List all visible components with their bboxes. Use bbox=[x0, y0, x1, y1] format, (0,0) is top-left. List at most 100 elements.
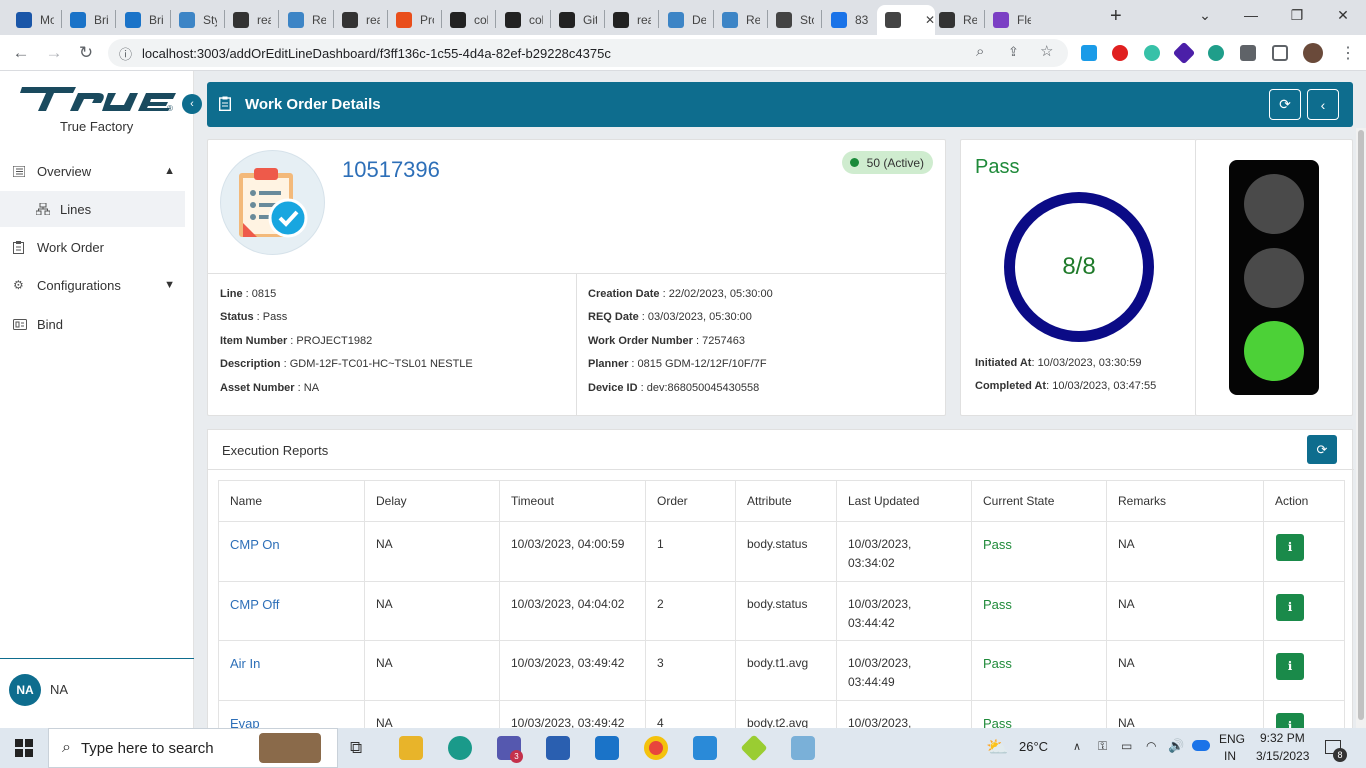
zoom-icon[interactable]: ⌕ bbox=[976, 43, 984, 60]
wifi-icon[interactable]: ◠ bbox=[1146, 739, 1156, 753]
site-info-icon[interactable]: ⓘ bbox=[119, 44, 132, 63]
execution-reports-card: Execution Reports ⟳ Name Delay Timeout O… bbox=[207, 429, 1354, 760]
store-icon[interactable] bbox=[546, 736, 570, 760]
browser-tab[interactable]: Fle bbox=[985, 5, 1037, 35]
column-header[interactable]: Timeout bbox=[499, 480, 646, 522]
column-header[interactable]: Name bbox=[218, 480, 365, 522]
file-explorer-icon[interactable] bbox=[399, 736, 423, 760]
clock-date[interactable]: 3/15/2023 bbox=[1256, 749, 1309, 763]
kebab-menu-icon[interactable]: ⋮ bbox=[1340, 43, 1356, 63]
extension-icon[interactable] bbox=[1172, 41, 1196, 65]
cell-attribute: body.t1.avg bbox=[735, 640, 837, 701]
column-header[interactable]: Remarks bbox=[1106, 480, 1264, 522]
share-icon[interactable]: ⇪ bbox=[1008, 44, 1019, 60]
browser-tab[interactable]: Pro bbox=[388, 5, 440, 35]
language-code[interactable]: ENG bbox=[1219, 732, 1245, 746]
maximize-button[interactable]: ❐ bbox=[1274, 0, 1320, 30]
collapse-sidebar-button[interactable]: ‹ bbox=[182, 94, 202, 114]
report-name-link[interactable]: CMP Off bbox=[218, 580, 365, 641]
browser-tab[interactable]: rea bbox=[225, 5, 277, 35]
extension-icon[interactable] bbox=[1208, 45, 1224, 61]
edge-icon[interactable] bbox=[448, 736, 472, 760]
info-button[interactable]: ℹ bbox=[1276, 593, 1304, 621]
forward-button[interactable]: → bbox=[40, 39, 68, 67]
browser-tab[interactable]: rea bbox=[605, 5, 657, 35]
sidebar-item-overview[interactable]: Overview ▲ bbox=[0, 153, 185, 189]
sidebar-item-work-order[interactable]: Work Order bbox=[0, 229, 185, 265]
sidebar-item-configurations[interactable]: ⚙ Configurations ▼ bbox=[0, 267, 185, 303]
reports-refresh-button[interactable]: ⟳ bbox=[1307, 435, 1337, 464]
volume-icon[interactable]: 🔊 bbox=[1168, 738, 1184, 754]
browser-tab[interactable]: Rea bbox=[714, 5, 766, 35]
reload-button[interactable]: ↻ bbox=[72, 39, 100, 67]
browser-tab[interactable]: Det bbox=[660, 5, 712, 35]
app-icon[interactable] bbox=[791, 736, 815, 760]
scrollbar-thumb[interactable] bbox=[1358, 130, 1364, 720]
tab-label: Mo bbox=[40, 13, 54, 27]
profile-avatar[interactable] bbox=[1303, 43, 1323, 63]
sidebar-item-lines[interactable]: Lines bbox=[0, 191, 185, 227]
sidebar-item-bind[interactable]: Bind bbox=[0, 306, 185, 342]
weather-icon[interactable]: ⛅ bbox=[986, 737, 1008, 758]
info-button[interactable]: ℹ bbox=[1276, 534, 1304, 561]
weather-temp[interactable]: 26°C bbox=[1019, 739, 1048, 754]
browser-tab[interactable]: Rea bbox=[280, 5, 332, 35]
browser-tab[interactable]: 83i bbox=[823, 5, 875, 35]
browser-tab[interactable]: Sty bbox=[171, 5, 223, 35]
taskbar-search-input[interactable]: ⌕ Type here to search bbox=[48, 728, 338, 768]
new-tab-button[interactable]: + bbox=[1110, 5, 1122, 28]
refresh-icon: ⟳ bbox=[1316, 441, 1328, 457]
close-window-button[interactable]: ✕ bbox=[1320, 0, 1366, 30]
report-name-link[interactable]: CMP On bbox=[218, 521, 365, 582]
user-profile[interactable]: NA NA bbox=[0, 658, 194, 728]
vscode-icon[interactable] bbox=[693, 736, 717, 760]
windows-start-icon[interactable] bbox=[15, 739, 33, 760]
task-view-icon[interactable]: ⧉ bbox=[350, 738, 362, 758]
battery-icon[interactable]: ▭ bbox=[1121, 739, 1132, 753]
sidebar-item-label: Configurations bbox=[37, 277, 121, 293]
browser-tab[interactable]: Mo bbox=[8, 5, 60, 35]
extension-icon[interactable] bbox=[1144, 45, 1160, 61]
onedrive-icon[interactable] bbox=[1192, 740, 1210, 751]
browser-tab[interactable]: col bbox=[497, 5, 549, 35]
browser-tab[interactable]: ✕ bbox=[877, 5, 935, 35]
back-button[interactable]: ‹ bbox=[1307, 89, 1339, 120]
minimize-button[interactable]: — bbox=[1228, 0, 1274, 30]
browser-tab[interactable]: Bri bbox=[62, 5, 114, 35]
page-scrollbar[interactable] bbox=[1356, 128, 1366, 728]
browser-tab[interactable]: rea bbox=[334, 5, 386, 35]
tray-icon[interactable]: ⚿ bbox=[1098, 739, 1107, 754]
column-header[interactable]: Attribute bbox=[735, 480, 837, 522]
tab-label: Rea bbox=[746, 13, 760, 27]
side-panel-icon[interactable] bbox=[1272, 45, 1288, 61]
adblock-icon[interactable] bbox=[1112, 45, 1128, 61]
browser-tab[interactable]: Bri bbox=[117, 5, 169, 35]
browser-tab[interactable]: Git bbox=[551, 5, 603, 35]
puzzle-icon[interactable] bbox=[1240, 45, 1256, 61]
refresh-button[interactable]: ⟳ bbox=[1269, 89, 1301, 120]
app-icon[interactable] bbox=[740, 734, 768, 762]
mail-icon[interactable] bbox=[595, 736, 619, 760]
favicon-icon bbox=[776, 12, 792, 28]
bookmark-star-icon[interactable]: ☆ bbox=[1040, 42, 1053, 60]
report-name-link[interactable]: Air In bbox=[218, 640, 365, 701]
info-button[interactable]: ℹ bbox=[1276, 653, 1304, 680]
browser-tab[interactable]: Sto bbox=[768, 5, 820, 35]
extension-icon[interactable] bbox=[1081, 45, 1097, 61]
chrome-icon[interactable] bbox=[644, 736, 668, 760]
chevron-up-icon[interactable]: ∧ bbox=[1073, 740, 1081, 753]
column-header[interactable]: Current State bbox=[971, 480, 1107, 522]
column-header[interactable]: Order bbox=[645, 480, 736, 522]
address-bar[interactable]: ⓘ localhost:3003/addOrEditLineDashboard/… bbox=[108, 39, 1068, 67]
clock-time[interactable]: 9:32 PM bbox=[1260, 731, 1305, 745]
browser-tab[interactable]: Rea bbox=[931, 5, 983, 35]
browser-tab[interactable]: col bbox=[442, 5, 494, 35]
tab-search-icon[interactable]: ⌄ bbox=[1182, 0, 1228, 30]
column-header[interactable]: Delay bbox=[364, 480, 500, 522]
back-button[interactable]: ← bbox=[7, 39, 35, 67]
detail-status: Status : Pass bbox=[220, 311, 288, 323]
column-header[interactable]: Last Updated bbox=[836, 480, 972, 522]
language-region[interactable]: IN bbox=[1224, 749, 1236, 763]
column-header[interactable]: Action bbox=[1263, 480, 1345, 522]
sidebar: ® True Factory Overview ▲ Lines Work Ord… bbox=[0, 71, 194, 728]
